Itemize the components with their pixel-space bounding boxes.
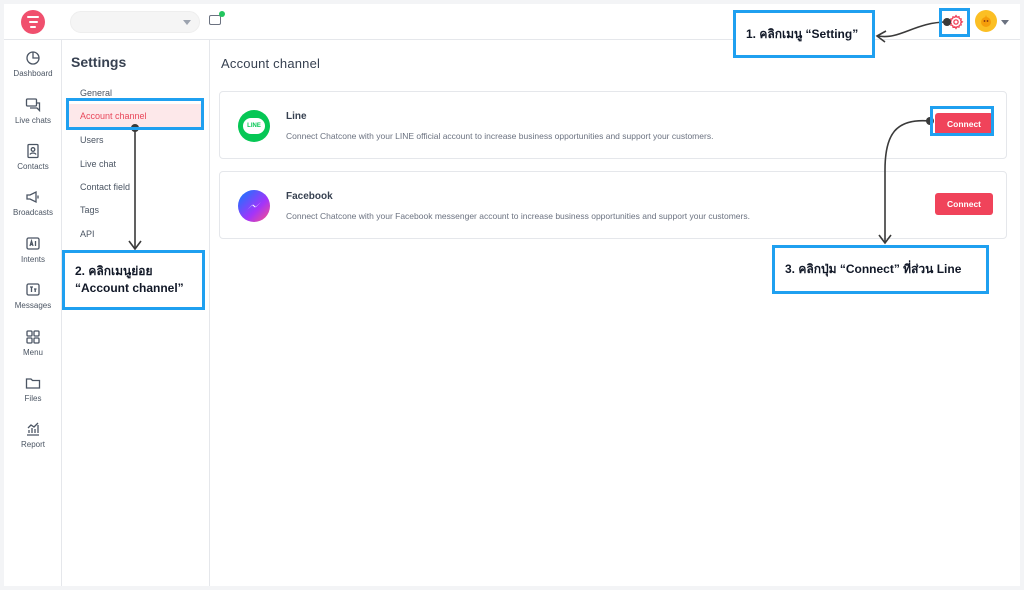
sidebar-item-label: Broadcasts [12,208,54,217]
sidebar-item-label: Files [24,394,42,403]
workspace-select[interactable] [70,11,200,33]
sidebar-item-dashboard[interactable]: Dashboard [4,50,62,90]
sidebar-item-label: Contacts [17,162,49,171]
annotation-step3: 3. คลิกปุ่ม “Connect” ที่ส่วน Line [772,245,989,294]
app-logo[interactable] [21,10,45,34]
channel-card-line: LINE Line Connect Chatcone with your LIN… [219,91,1007,159]
logo-stripe [30,26,36,28]
line-logo-text: LINE [247,123,261,129]
folder-icon [25,378,41,389]
sidebar-item-report[interactable]: Report [4,421,62,461]
settings-item-users[interactable]: Users [67,128,203,152]
logo-stripe [28,21,38,23]
annotation-step2-line1: 2. คลิกเมนูย่อย [75,264,153,278]
sidebar-item-messages[interactable]: Messages [4,282,62,322]
sidebar-item-label: Dashboard [13,69,53,78]
highlight-account-channel [66,98,204,130]
sidebar-item-live-chats[interactable]: Live chats [4,97,62,137]
main-sidebar: Dashboard Live chats Contacts Broadcasts… [4,40,62,586]
channel-description: Connect Chatcone with your LINE official… [286,131,714,141]
dashboard-icon [26,51,40,65]
sidebar-item-files[interactable]: Files [4,375,62,415]
main-content: Account channel LINE Line Connect Chatco… [210,40,1020,586]
settings-item-live-chat[interactable]: Live chat [67,152,203,176]
sidebar-item-label: Live chats [14,116,52,125]
highlight-line-connect [930,106,994,136]
online-status-dot [219,11,225,17]
line-logo-icon: LINE [238,110,270,142]
page-title: Account channel [221,56,321,71]
annotation-step1-text: 1. คลิกเมนู “Setting” [746,26,859,41]
channel-name: Line [286,111,307,122]
channel-name: Facebook [286,191,333,202]
messenger-logo-icon [238,190,270,222]
channel-description: Connect Chatcone with your Facebook mess… [286,211,750,221]
user-avatar[interactable] [975,10,997,32]
sidebar-item-label: Messages [14,301,52,310]
message-text-icon [26,283,40,296]
avatar-dropdown-icon[interactable] [1001,20,1009,25]
annotation-step2-line2: “Account channel” [75,281,184,295]
avatar-character-icon [981,15,991,27]
settings-title: Settings [71,54,127,70]
chevron-down-icon [183,20,191,25]
sidebar-item-label: Report [20,440,45,449]
messenger-bolt-icon [247,202,261,210]
annotation-step3-text: 3. คลิกปุ่ม “Connect” ที่ส่วน Line [785,262,962,276]
logo-stripe [27,16,39,18]
ai-icon [26,237,40,250]
chart-icon [27,422,39,436]
settings-item-tags[interactable]: Tags [67,198,203,222]
channel-card-facebook: Facebook Connect Chatcone with your Face… [219,171,1007,239]
settings-item-api[interactable]: API [67,222,203,246]
megaphone-icon [26,190,39,204]
chat-icon [25,98,41,113]
chat-status-icon[interactable] [209,11,225,25]
contacts-icon [27,143,39,159]
sidebar-item-label: Intents [20,255,45,264]
sidebar-item-label: Menu [22,348,43,357]
annotation-step1: 1. คลิกเมนู “Setting” [733,10,875,58]
facebook-connect-button[interactable]: Connect [935,193,993,215]
sidebar-item-broadcasts[interactable]: Broadcasts [4,189,62,229]
annotation-step2: 2. คลิกเมนูย่อย “Account channel” [62,250,205,310]
highlight-settings-gear [939,8,970,37]
sidebar-item-menu[interactable]: Menu [4,329,62,369]
settings-item-contact-field[interactable]: Contact field [67,175,203,199]
sidebar-item-intents[interactable]: Intents [4,236,62,276]
grid-icon [26,330,40,344]
line-logo-bubble: LINE [243,118,265,134]
sidebar-item-contacts[interactable]: Contacts [4,143,62,183]
